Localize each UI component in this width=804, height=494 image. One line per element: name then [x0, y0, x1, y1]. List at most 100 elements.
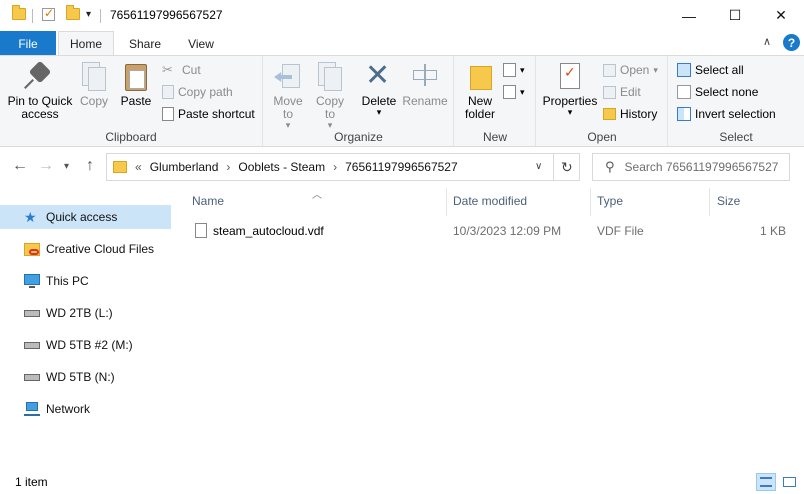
up-arrow-icon[interactable]: ↑: [86, 157, 94, 175]
nav-item-drive-n[interactable]: WD 5TB (N:): [0, 365, 171, 389]
nav-item-label: Network: [46, 402, 91, 416]
paste-button[interactable]: Paste: [118, 60, 154, 108]
select-group-label: Select: [719, 130, 753, 144]
easy-access-icon: [503, 85, 516, 99]
drive-icon: [24, 305, 40, 321]
select-none-button[interactable]: Select none: [677, 82, 758, 102]
file-date: 10/3/2023 12:09 PM: [453, 224, 562, 238]
cut-label: Cut: [182, 63, 201, 77]
rename-label: Rename: [402, 94, 448, 108]
edit-label: Edit: [620, 85, 641, 99]
open-group: Properties ▾ Open ▾ Edit History Open: [537, 56, 668, 146]
back-arrow-icon[interactable]: ←: [12, 157, 28, 175]
select-none-icon: [677, 85, 691, 99]
tab-home[interactable]: Home: [58, 31, 114, 56]
properties-button[interactable]: Properties ▾: [541, 60, 599, 117]
dropdown-arrow-icon: ▾: [285, 120, 291, 130]
divider: [100, 9, 101, 23]
pc-icon: [24, 273, 40, 289]
paste-icon: [120, 60, 152, 92]
copy-button[interactable]: Copy: [76, 60, 112, 108]
collapse-ribbon-icon[interactable]: ∧: [763, 35, 771, 48]
column-header-date[interactable]: Date modified: [453, 194, 527, 208]
paste-shortcut-icon: [162, 107, 174, 121]
properties-quick-icon[interactable]: ✓: [42, 6, 55, 21]
open-label: Open: [620, 63, 650, 77]
tab-view[interactable]: View: [176, 31, 226, 56]
history-button[interactable]: History: [603, 104, 657, 124]
invert-selection-button[interactable]: Invert selection: [677, 104, 776, 124]
address-dropdown-icon[interactable]: ∨: [535, 161, 542, 172]
invert-selection-icon: [677, 107, 691, 121]
delete-button[interactable]: ✕ Delete ▾: [360, 60, 398, 117]
nav-item-this-pc[interactable]: This PC: [0, 269, 171, 293]
chevron-right-icon[interactable]: ›: [333, 160, 337, 174]
search-input[interactable]: Search 76561197996567527: [625, 160, 779, 174]
divider: [32, 9, 33, 23]
paste-label: Paste: [120, 94, 152, 108]
open-icon: [603, 63, 616, 77]
paste-shortcut-button[interactable]: Paste shortcut: [162, 104, 255, 124]
help-icon[interactable]: ?: [783, 34, 800, 51]
large-icons-view-icon[interactable]: [779, 473, 799, 491]
refresh-icon[interactable]: ↻: [561, 159, 573, 176]
column-header-type[interactable]: Type: [597, 194, 623, 208]
column-divider[interactable]: [709, 188, 710, 216]
close-button[interactable]: ✕: [758, 0, 804, 31]
nav-item-drive-l[interactable]: WD 2TB (L:): [0, 301, 171, 325]
breadcrumb-item[interactable]: Glumberland: [150, 160, 219, 174]
column-divider[interactable]: [446, 188, 447, 216]
pin-icon: [24, 60, 56, 92]
copy-label: Copy: [79, 94, 108, 108]
nav-item-creative-cloud-files[interactable]: Creative Cloud Files: [0, 237, 171, 261]
search-box[interactable]: ⚲ Search 76561197996567527: [592, 153, 790, 181]
new-folder-quick-icon[interactable]: [66, 5, 80, 20]
file-type: VDF File: [597, 224, 644, 238]
forward-arrow-icon[interactable]: →: [38, 157, 54, 175]
navigation-pane: ★ Quick access Creative Cloud Files This…: [0, 200, 172, 430]
customize-toolbar-icon[interactable]: ▾: [86, 9, 91, 20]
nav-item-label: WD 2TB (L:): [46, 306, 113, 320]
nav-item-network[interactable]: Network: [0, 397, 171, 421]
details-view-icon[interactable]: [756, 473, 776, 491]
breadcrumb-item[interactable]: Ooblets - Steam: [238, 160, 325, 174]
recent-locations-icon[interactable]: ▾: [64, 161, 69, 172]
rename-icon: [409, 60, 441, 92]
address-bar[interactable]: « Glumberland › Ooblets - Steam › 765611…: [106, 153, 580, 181]
column-header-size[interactable]: Size: [717, 194, 740, 208]
rename-button[interactable]: Rename: [402, 60, 448, 108]
file-row[interactable]: steam_autocloud.vdf 10/3/2023 12:09 PM V…: [188, 220, 804, 242]
overflow-chevron-icon[interactable]: «: [135, 160, 142, 174]
drive-icon: [24, 369, 40, 385]
move-to-button[interactable]: Move to ▾: [270, 60, 306, 130]
new-folder-icon: [464, 60, 496, 92]
dropdown-arrow-icon: ▾: [520, 64, 525, 75]
file-icon: [195, 223, 207, 238]
new-item-button[interactable]: ▾: [503, 60, 525, 80]
breadcrumb-item[interactable]: 76561197996567527: [345, 160, 458, 174]
clipboard-group: Pin to Quick access Copy Paste ✂ Cut Cop…: [0, 56, 263, 146]
edit-button[interactable]: Edit: [603, 82, 641, 102]
select-all-button[interactable]: Select all: [677, 60, 744, 80]
organize-group-label: Organize: [334, 130, 383, 144]
maximize-button[interactable]: ☐: [712, 0, 758, 31]
chevron-right-icon[interactable]: ›: [226, 160, 230, 174]
copy-to-button[interactable]: Copy to ▾: [312, 60, 348, 130]
column-header-name[interactable]: Name: [192, 194, 224, 208]
open-button[interactable]: Open ▾: [603, 60, 658, 80]
new-folder-button[interactable]: New folder: [459, 60, 501, 121]
copy-path-button[interactable]: Copy path: [162, 82, 233, 102]
pin-label: Pin to Quick access: [7, 94, 73, 121]
tab-share[interactable]: Share: [120, 31, 170, 56]
cut-button[interactable]: ✂ Cut: [162, 60, 201, 80]
easy-access-button[interactable]: ▾: [503, 82, 525, 102]
nav-item-quick-access[interactable]: ★ Quick access: [0, 205, 171, 229]
select-all-label: Select all: [695, 63, 744, 77]
file-size: 1 KB: [760, 224, 787, 238]
minimize-button[interactable]: —: [666, 0, 712, 31]
new-group-label: New: [482, 130, 507, 144]
column-divider[interactable]: [590, 188, 591, 216]
nav-item-drive-m[interactable]: WD 5TB #2 (M:): [0, 333, 171, 357]
pin-to-quick-access-button[interactable]: Pin to Quick access: [6, 60, 74, 121]
tab-file[interactable]: File: [0, 31, 56, 56]
